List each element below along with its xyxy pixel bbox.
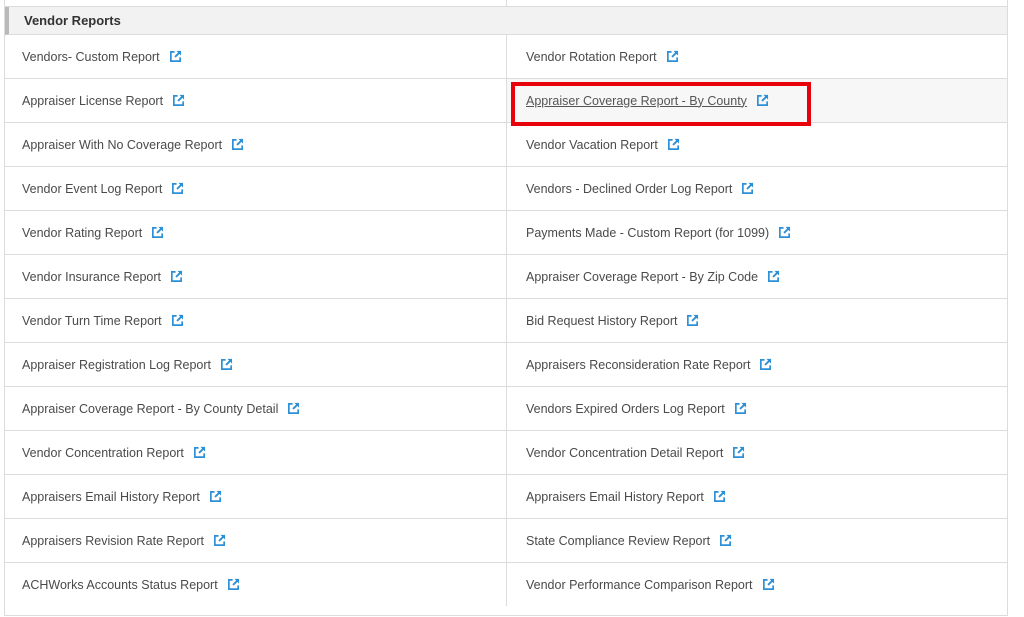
vendor-reports-panel: Vendor Reports Vendors- Custom Report Ven… [4, 0, 1008, 616]
external-link-icon[interactable] [666, 50, 679, 63]
report-link[interactable]: Appraisers Email History Report [22, 490, 200, 504]
report-link[interactable]: Appraiser With No Coverage Report [22, 138, 222, 152]
report-link[interactable]: Vendor Vacation Report [526, 138, 658, 152]
external-link-icon[interactable] [667, 138, 680, 151]
report-link[interactable]: Appraisers Reconsideration Rate Report [526, 358, 750, 372]
report-item-left[interactable]: Vendor Rating Report [5, 211, 507, 255]
report-link[interactable]: Vendor Rating Report [22, 226, 142, 240]
report-item-right[interactable]: Appraisers Email History Report [507, 475, 1007, 519]
external-link-icon[interactable] [778, 226, 791, 239]
external-link-icon[interactable] [741, 182, 754, 195]
external-link-icon[interactable] [193, 446, 206, 459]
report-item-left[interactable]: Appraiser Coverage Report - By County De… [5, 387, 507, 431]
report-item-left[interactable]: Vendors- Custom Report [5, 35, 507, 79]
report-item-right[interactable]: State Compliance Review Report [507, 519, 1007, 563]
external-link-icon[interactable] [151, 226, 164, 239]
report-item-right[interactable]: Vendors - Declined Order Log Report [507, 167, 1007, 211]
external-link-icon[interactable] [734, 402, 747, 415]
external-link-icon[interactable] [227, 578, 240, 591]
report-item-right[interactable]: Vendor Performance Comparison Report [507, 563, 1007, 606]
report-link[interactable]: Vendors - Declined Order Log Report [526, 182, 732, 196]
report-item-right[interactable]: Vendors Expired Orders Log Report [507, 387, 1007, 431]
report-link[interactable]: Appraiser Coverage Report - By County [526, 94, 747, 108]
report-link[interactable]: Payments Made - Custom Report (for 1099) [526, 226, 769, 240]
section-title: Vendor Reports [24, 13, 121, 28]
external-link-icon[interactable] [172, 94, 185, 107]
report-item-right[interactable]: Appraiser Coverage Report - By Zip Code [507, 255, 1007, 299]
report-item-left[interactable]: Appraisers Email History Report [5, 475, 507, 519]
report-link[interactable]: Appraisers Email History Report [526, 490, 704, 504]
report-link[interactable]: Appraiser Registration Log Report [22, 358, 211, 372]
report-item-left[interactable]: Vendor Event Log Report [5, 167, 507, 211]
report-link[interactable]: Vendors- Custom Report [22, 50, 160, 64]
report-item-right[interactable]: Vendor Vacation Report [507, 123, 1007, 167]
report-item-left[interactable]: Vendor Turn Time Report [5, 299, 507, 343]
report-link[interactable]: Vendor Performance Comparison Report [526, 578, 753, 592]
report-item-right[interactable]: Appraiser Coverage Report - By County [507, 79, 1007, 123]
external-link-icon[interactable] [213, 534, 226, 547]
external-link-icon[interactable] [231, 138, 244, 151]
report-link[interactable]: State Compliance Review Report [526, 534, 710, 548]
previous-section-edge [5, 0, 1007, 7]
external-link-icon[interactable] [171, 314, 184, 327]
report-item-left[interactable]: Appraiser With No Coverage Report [5, 123, 507, 167]
report-link[interactable]: Vendor Concentration Report [22, 446, 184, 460]
report-item-left[interactable]: Appraiser Registration Log Report [5, 343, 507, 387]
external-link-icon[interactable] [686, 314, 699, 327]
report-item-left[interactable]: Appraisers Revision Rate Report [5, 519, 507, 563]
external-link-icon[interactable] [713, 490, 726, 503]
external-link-icon[interactable] [732, 446, 745, 459]
external-link-icon[interactable] [209, 490, 222, 503]
report-link[interactable]: Vendor Event Log Report [22, 182, 162, 196]
external-link-icon[interactable] [171, 182, 184, 195]
external-link-icon[interactable] [756, 94, 769, 107]
external-link-icon[interactable] [762, 578, 775, 591]
section-header: Vendor Reports [5, 7, 1007, 35]
report-link[interactable]: Vendor Rotation Report [526, 50, 657, 64]
column-divider [506, 0, 507, 7]
report-link[interactable]: Vendor Turn Time Report [22, 314, 162, 328]
report-item-left[interactable]: Appraiser License Report [5, 79, 507, 123]
report-item-right[interactable]: Payments Made - Custom Report (for 1099) [507, 211, 1007, 255]
external-link-icon[interactable] [767, 270, 780, 283]
report-link[interactable]: Bid Request History Report [526, 314, 677, 328]
report-item-left[interactable]: ACHWorks Accounts Status Report [5, 563, 507, 606]
report-link[interactable]: Vendors Expired Orders Log Report [526, 402, 725, 416]
external-link-icon[interactable] [170, 270, 183, 283]
report-item-left[interactable]: Vendor Insurance Report [5, 255, 507, 299]
report-link[interactable]: Appraiser License Report [22, 94, 163, 108]
report-grid: Vendors- Custom Report Vendor Rotation Re… [5, 35, 1007, 606]
report-link[interactable]: ACHWorks Accounts Status Report [22, 578, 218, 592]
report-link[interactable]: Appraiser Coverage Report - By Zip Code [526, 270, 758, 284]
external-link-icon[interactable] [220, 358, 233, 371]
external-link-icon[interactable] [759, 358, 772, 371]
external-link-icon[interactable] [287, 402, 300, 415]
external-link-icon[interactable] [719, 534, 732, 547]
report-item-right[interactable]: Appraisers Reconsideration Rate Report [507, 343, 1007, 387]
report-item-left[interactable]: Vendor Concentration Report [5, 431, 507, 475]
report-item-right[interactable]: Vendor Concentration Detail Report [507, 431, 1007, 475]
report-item-right[interactable]: Bid Request History Report [507, 299, 1007, 343]
report-link[interactable]: Vendor Insurance Report [22, 270, 161, 284]
report-link[interactable]: Vendor Concentration Detail Report [526, 446, 723, 460]
report-item-right[interactable]: Vendor Rotation Report [507, 35, 1007, 79]
report-link[interactable]: Appraisers Revision Rate Report [22, 534, 204, 548]
external-link-icon[interactable] [169, 50, 182, 63]
report-link[interactable]: Appraiser Coverage Report - By County De… [22, 402, 278, 416]
